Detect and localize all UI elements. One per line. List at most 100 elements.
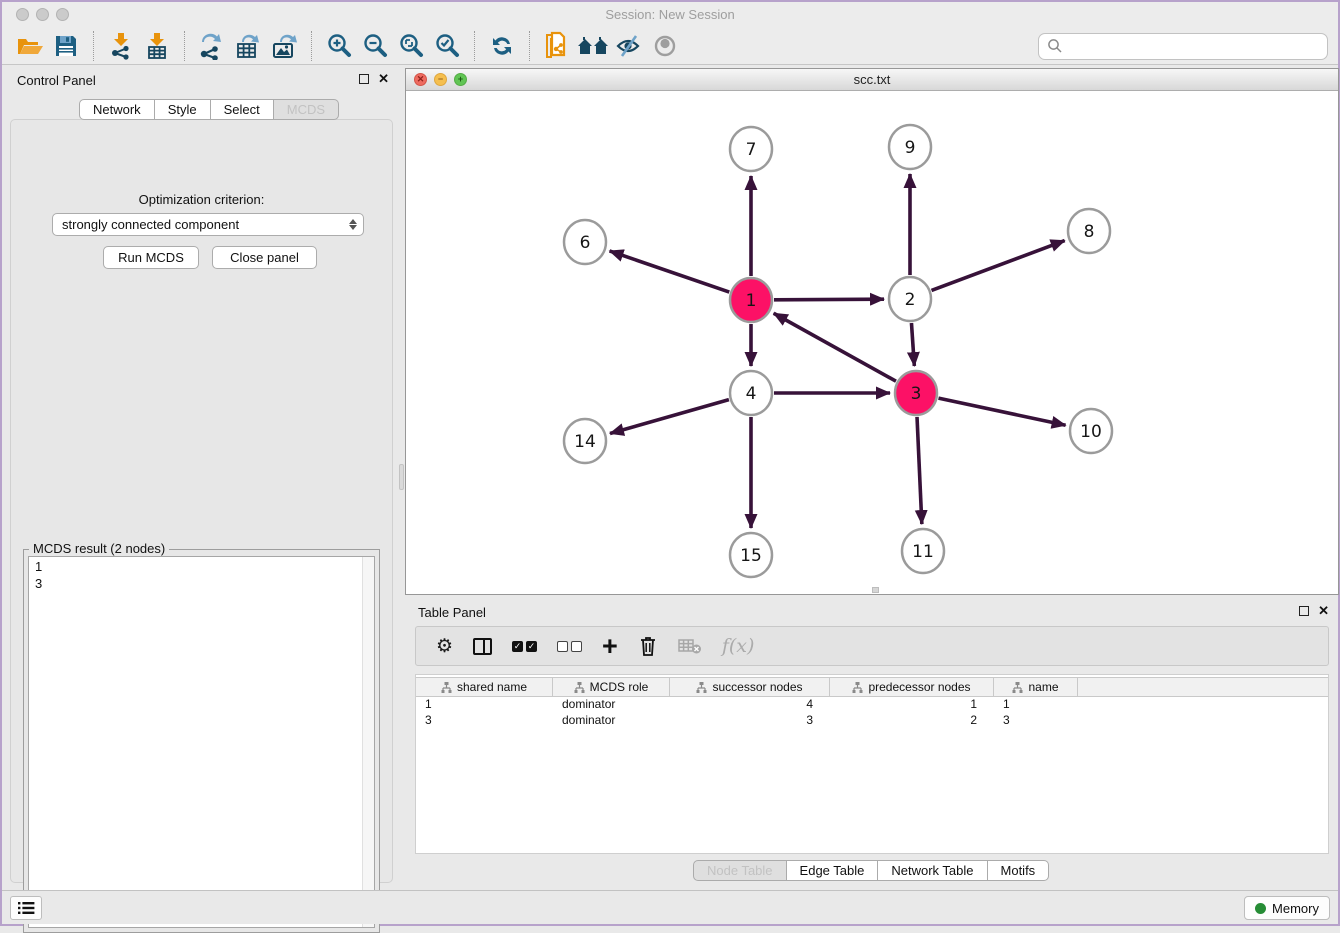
delete-table-button[interactable] bbox=[678, 631, 702, 661]
criterion-select[interactable]: strongly connected component bbox=[52, 213, 364, 236]
column-visibility-button[interactable] bbox=[473, 631, 492, 661]
tab-node-table[interactable]: Node Table bbox=[693, 860, 787, 881]
graph-edge-2-3[interactable] bbox=[911, 323, 914, 366]
select-all-icon: ✓✓ bbox=[512, 641, 537, 652]
float-panel-icon[interactable] bbox=[359, 74, 369, 84]
trash-icon bbox=[638, 635, 658, 657]
network-resize-grip[interactable] bbox=[872, 587, 879, 593]
memory-button[interactable]: Memory bbox=[1244, 896, 1330, 920]
tab-select[interactable]: Select bbox=[211, 99, 274, 120]
search-field[interactable] bbox=[1038, 33, 1328, 60]
columns-icon bbox=[473, 638, 492, 655]
plus-icon: + bbox=[602, 635, 618, 657]
delete-column-button[interactable] bbox=[638, 631, 658, 661]
export-network-button[interactable] bbox=[194, 30, 230, 62]
graph-edge-3-11[interactable] bbox=[917, 417, 922, 524]
graph-edge-2-8[interactable] bbox=[932, 241, 1065, 291]
deselect-all-button[interactable] bbox=[557, 631, 582, 661]
graph-node-label: 10 bbox=[1080, 422, 1102, 442]
zoom-out-button[interactable] bbox=[357, 30, 393, 62]
deselect-all-icon bbox=[557, 641, 582, 652]
select-all-button[interactable]: ✓✓ bbox=[512, 631, 537, 661]
tab-style[interactable]: Style bbox=[155, 99, 211, 120]
graph-node-label: 14 bbox=[574, 432, 596, 452]
tab-edge-table[interactable]: Edge Table bbox=[787, 860, 879, 881]
toolbar-separator bbox=[93, 31, 94, 61]
table-settings-button[interactable]: ⚙ bbox=[436, 631, 453, 661]
search-input[interactable] bbox=[1063, 36, 1319, 56]
column-header-name[interactable]: name bbox=[994, 678, 1078, 696]
table-row[interactable]: 3dominator323 bbox=[416, 713, 1328, 729]
graph-node-label: 9 bbox=[905, 138, 916, 158]
column-header-successor-nodes[interactable]: successor nodes bbox=[670, 678, 830, 696]
window-titlebar: Session: New Session bbox=[2, 2, 1338, 28]
column-header-label: predecessor nodes bbox=[868, 680, 970, 694]
criterion-value: strongly connected component bbox=[62, 217, 239, 232]
table-toolbar: ⚙ ✓✓ + f(x) bbox=[415, 626, 1329, 666]
gear-icon: ⚙ bbox=[436, 635, 453, 658]
refresh-icon bbox=[489, 33, 515, 59]
toolbar-separator bbox=[474, 31, 475, 61]
apply-layout-button[interactable] bbox=[484, 30, 520, 62]
table-header-row: shared name MCDS role successor nodes prede… bbox=[416, 677, 1328, 697]
fx-icon: f(x) bbox=[722, 635, 755, 657]
import-table-icon bbox=[144, 32, 170, 60]
column-header-predecessor-nodes[interactable]: predecessor nodes bbox=[830, 678, 994, 696]
export-image-button[interactable] bbox=[266, 30, 302, 62]
table-row[interactable]: 1dominator411 bbox=[416, 697, 1328, 713]
tab-network[interactable]: Network bbox=[79, 99, 155, 120]
import-table-button[interactable] bbox=[139, 30, 175, 62]
window-title: Session: New Session bbox=[2, 7, 1338, 22]
column-header-MCDS-role[interactable]: MCDS role bbox=[553, 678, 670, 696]
open-session-button[interactable] bbox=[12, 30, 48, 62]
mcds-result-area[interactable]: 1 3 bbox=[28, 556, 375, 928]
close-panel-button[interactable]: Close panel bbox=[212, 246, 317, 269]
show-hidden-button[interactable] bbox=[647, 30, 683, 62]
table-tabs: Node Table Edge Table Network Table Moti… bbox=[693, 860, 1049, 881]
graph-edge-3-10[interactable] bbox=[938, 398, 1065, 425]
tab-network-table[interactable]: Network Table bbox=[878, 860, 987, 881]
add-column-button[interactable]: + bbox=[602, 631, 618, 661]
export-table-icon bbox=[234, 32, 262, 60]
graph-edge-4-14[interactable] bbox=[610, 400, 729, 434]
hide-selected-button[interactable] bbox=[611, 30, 647, 62]
graph-edge-1-6[interactable] bbox=[610, 251, 730, 292]
close-panel-icon[interactable]: ✕ bbox=[378, 74, 389, 84]
table-cell: 3 bbox=[416, 713, 553, 729]
run-mcds-button[interactable]: Run MCDS bbox=[103, 246, 199, 269]
save-session-button[interactable] bbox=[48, 30, 84, 62]
close-table-panel-icon[interactable]: ✕ bbox=[1318, 606, 1329, 616]
zoom-fit-button[interactable] bbox=[393, 30, 429, 62]
list-icon bbox=[18, 901, 35, 915]
splitter-handle[interactable] bbox=[399, 464, 404, 490]
column-header-shared-name[interactable]: shared name bbox=[416, 678, 553, 696]
function-builder-button[interactable]: f(x) bbox=[722, 631, 755, 661]
zoom-selected-button[interactable] bbox=[429, 30, 465, 62]
graph-edge-1-2[interactable] bbox=[774, 299, 884, 300]
column-header-label: successor nodes bbox=[712, 680, 802, 694]
import-network-button[interactable] bbox=[103, 30, 139, 62]
table-cell: 2 bbox=[830, 713, 994, 729]
task-history-button[interactable] bbox=[10, 896, 42, 920]
zoom-in-button[interactable] bbox=[321, 30, 357, 62]
table-cell: 3 bbox=[670, 713, 830, 729]
column-sort-icon bbox=[441, 682, 452, 693]
export-table-button[interactable] bbox=[230, 30, 266, 62]
graph-node-label: 6 bbox=[580, 233, 591, 253]
column-header-label: MCDS role bbox=[590, 680, 649, 694]
tab-mcds[interactable]: MCDS bbox=[274, 99, 339, 120]
graph-edge-3-1[interactable] bbox=[774, 313, 896, 381]
column-header-label: name bbox=[1028, 680, 1058, 694]
table-panel-title: Table Panel bbox=[418, 605, 486, 620]
tab-motifs[interactable]: Motifs bbox=[988, 860, 1050, 881]
zoom-selected-icon bbox=[433, 32, 461, 60]
graph-node-label: 8 bbox=[1084, 222, 1095, 242]
network-canvas[interactable]: 1234678910111415 bbox=[406, 91, 1338, 594]
result-scrollbar[interactable] bbox=[362, 557, 374, 927]
table-cell: 1 bbox=[416, 697, 553, 713]
float-table-panel-icon[interactable] bbox=[1299, 606, 1309, 616]
network-graph[interactable]: 1234678910111415 bbox=[406, 91, 1338, 594]
mcds-result-title: MCDS result (2 nodes) bbox=[29, 541, 169, 556]
clone-network-button[interactable] bbox=[539, 30, 575, 62]
show-all-button[interactable] bbox=[575, 30, 611, 62]
